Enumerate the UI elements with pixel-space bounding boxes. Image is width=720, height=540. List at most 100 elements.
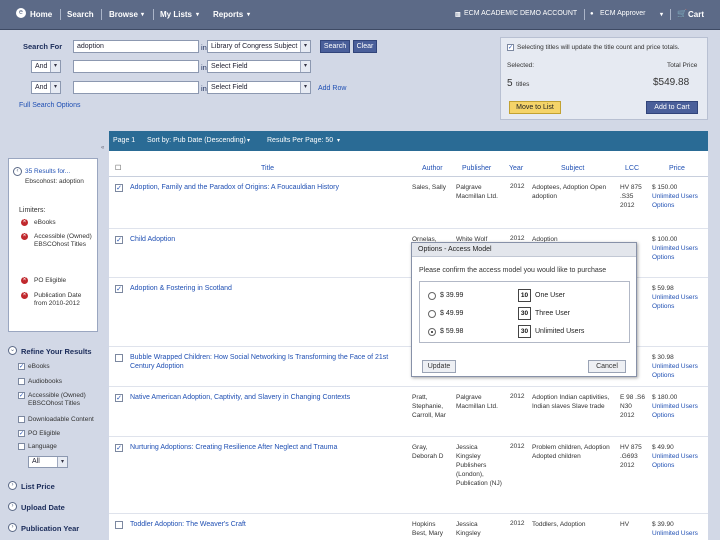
license-link[interactable]: Unlimited Users xyxy=(652,530,698,537)
boolean-operator-select[interactable]: And ▾ xyxy=(31,60,61,73)
ebsco-logo-icon[interactable]: e xyxy=(16,8,26,18)
refine-results-heading[interactable]: Refine Your Results xyxy=(21,347,92,356)
nav-cart[interactable]: Cart xyxy=(688,10,704,19)
options-link[interactable]: Options xyxy=(652,303,674,310)
add-row-link[interactable]: Add Row xyxy=(318,85,346,92)
column-publisher[interactable]: Publisher xyxy=(462,165,491,172)
collapse-arrow-icon[interactable]: ⌄ xyxy=(8,346,17,355)
subject-cell: Problem children, Adoption Adopted child… xyxy=(532,444,610,460)
title-link[interactable]: Adoption, Family and the Paradox of Orig… xyxy=(130,183,408,192)
row-checkbox[interactable]: ✓ xyxy=(115,184,123,192)
move-to-list-button[interactable]: Move to List xyxy=(509,101,561,114)
search-query-input-3[interactable] xyxy=(73,81,199,94)
search-field-select-3[interactable]: Select Field ▾ xyxy=(207,81,311,94)
access-option-radio[interactable] xyxy=(428,292,436,300)
nav-divider xyxy=(584,9,585,20)
cancel-button[interactable]: Cancel xyxy=(588,360,626,373)
list-price-heading[interactable]: List Price xyxy=(21,482,55,491)
license-link[interactable]: Unlimited Users xyxy=(652,363,698,370)
search-query-input[interactable]: adoption xyxy=(73,40,199,53)
title-link[interactable]: Toddler Adoption: The Weaver's Craft xyxy=(130,520,408,529)
language-select[interactable]: All ▾ xyxy=(28,456,68,468)
search-field-select[interactable]: Library of Congress Subject ▾ xyxy=(207,40,311,53)
column-price[interactable]: Price xyxy=(669,165,685,172)
full-search-options-link[interactable]: Full Search Options xyxy=(19,102,80,109)
access-option-radio[interactable] xyxy=(428,328,436,336)
top-navigation-bar: e Home Search Browse ▾ My Lists ▾ Report… xyxy=(0,0,720,30)
update-button[interactable]: Update xyxy=(422,360,456,373)
license-link[interactable]: Unlimited Users xyxy=(652,193,698,200)
refine-checkbox[interactable] xyxy=(18,443,25,450)
column-author[interactable]: Author xyxy=(422,165,443,172)
publication-year-heading[interactable]: Publication Year xyxy=(21,524,79,533)
remove-filter-icon[interactable]: × xyxy=(21,292,28,299)
row-checkbox[interactable]: ✓ xyxy=(115,394,123,402)
column-year[interactable]: Year xyxy=(509,165,523,172)
nav-home[interactable]: Home xyxy=(30,10,52,19)
back-arrow-icon[interactable]: ‹ xyxy=(13,167,22,176)
title-link[interactable]: Child Adoption xyxy=(130,235,408,244)
boolean-operator-select[interactable]: And ▾ xyxy=(31,81,61,94)
options-link[interactable]: Options xyxy=(652,254,674,261)
price-value: $ 49.90 xyxy=(652,444,674,451)
column-title[interactable]: Title xyxy=(261,165,274,172)
options-link[interactable]: Options xyxy=(652,372,674,379)
license-link[interactable]: Unlimited Users xyxy=(652,403,698,410)
row-checkbox[interactable] xyxy=(115,521,123,529)
options-link[interactable]: Options xyxy=(652,412,674,419)
nav-search[interactable]: Search xyxy=(67,10,94,19)
search-field-select-2[interactable]: Select Field ▾ xyxy=(207,60,311,73)
year-cell: 2012 xyxy=(510,520,525,527)
remove-filter-icon[interactable]: × xyxy=(21,277,28,284)
column-lcc[interactable]: LCC xyxy=(625,165,639,172)
option-price: $ 59.98 xyxy=(440,328,464,335)
row-checkbox[interactable]: ✓ xyxy=(115,444,123,452)
row-checkbox[interactable]: ✓ xyxy=(115,236,123,244)
options-link[interactable]: Options xyxy=(652,202,674,209)
title-link[interactable]: Nurturing Adoptions: Creating Resilience… xyxy=(130,443,408,452)
nav-divider xyxy=(670,9,671,20)
column-subject[interactable]: Subject xyxy=(561,165,584,172)
author-cell: Hopkins Best, Mary xyxy=(412,521,444,537)
price-cell: $ 59.98 Unlimited Users Options xyxy=(652,284,708,311)
license-link[interactable]: Unlimited Users xyxy=(652,294,698,301)
title-link[interactable]: Adoption & Fostering in Scotland xyxy=(130,284,408,293)
add-to-cart-button[interactable]: Add to Cart xyxy=(646,101,698,114)
access-option-radio[interactable] xyxy=(428,310,436,318)
refine-checkbox[interactable]: ✓ xyxy=(18,392,25,399)
select-all-checkbox[interactable]: ☐ xyxy=(115,164,121,172)
account-name[interactable]: ECM ACADEMIC DEMO ACCOUNT xyxy=(464,10,577,17)
refine-checkbox[interactable]: ✓ xyxy=(18,430,25,437)
remove-filter-icon[interactable]: × xyxy=(21,219,28,226)
nav-my-lists[interactable]: My Lists xyxy=(160,10,192,19)
license-link[interactable]: Unlimited Users xyxy=(652,453,698,460)
author-cell: Gray, Deborah D xyxy=(412,444,444,460)
refine-checkbox[interactable] xyxy=(18,378,25,385)
selection-checkbox[interactable]: ✓ xyxy=(507,44,514,51)
nav-browse[interactable]: Browse xyxy=(109,10,138,19)
row-checkbox[interactable] xyxy=(115,354,123,362)
refine-checkbox[interactable]: ✓ xyxy=(18,363,25,370)
search-button[interactable]: Search xyxy=(320,40,350,53)
author-cell: Sales, Sally xyxy=(412,184,446,191)
sort-dropdown[interactable]: Sort by: Pub Date (Descending) xyxy=(147,137,246,144)
clear-button[interactable]: Clear xyxy=(353,40,377,53)
refine-checkbox[interactable] xyxy=(18,416,25,423)
approver-menu[interactable]: ECM Approver xyxy=(600,10,646,17)
chevron-down-icon: ▾ xyxy=(300,82,310,93)
price-value: $ 150.00 xyxy=(652,184,678,191)
search-query-input-2[interactable] xyxy=(73,60,199,73)
nav-reports[interactable]: Reports xyxy=(213,10,243,19)
collapse-sidebar-icon[interactable]: « xyxy=(101,145,104,151)
title-link[interactable]: Bubble Wrapped Children: How Social Netw… xyxy=(130,353,408,371)
upload-date-heading[interactable]: Upload Date xyxy=(21,503,65,512)
license-link[interactable]: Unlimited Users xyxy=(652,245,698,252)
title-link[interactable]: Native American Adoption, Captivity, and… xyxy=(130,393,408,402)
remove-filter-icon[interactable]: × xyxy=(21,233,28,240)
expand-arrow-icon[interactable]: › xyxy=(8,502,17,511)
expand-arrow-icon[interactable]: › xyxy=(8,481,17,490)
expand-arrow-icon[interactable]: › xyxy=(8,523,17,532)
options-link[interactable]: Options xyxy=(652,462,674,469)
row-checkbox[interactable]: ✓ xyxy=(115,285,123,293)
per-page-dropdown[interactable]: Results Per Page: 50 xyxy=(267,137,333,144)
